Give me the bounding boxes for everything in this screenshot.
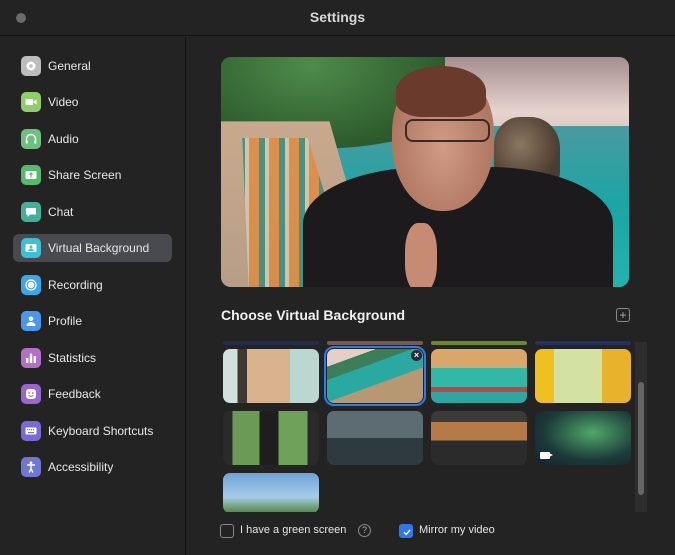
sidebar-item-label: Recording xyxy=(48,278,103,292)
mirror-video-checkbox[interactable] xyxy=(399,524,413,538)
record-icon xyxy=(21,275,41,295)
sidebar: General Video Audio Share Screen Chat Vi… xyxy=(0,37,186,555)
checkmark-icon xyxy=(403,529,411,536)
bar-chart-icon xyxy=(21,348,41,368)
gear-icon xyxy=(21,56,41,76)
window-title: Settings xyxy=(309,9,366,25)
background-thumbnail-partial[interactable] xyxy=(223,341,319,345)
background-thumbnail-partial[interactable] xyxy=(535,341,631,345)
sidebar-item-audio[interactable]: Audio xyxy=(13,125,172,153)
sidebar-item-profile[interactable]: Profile xyxy=(13,307,172,335)
sidebar-item-keyboard-shortcuts[interactable]: Keyboard Shortcuts xyxy=(13,417,172,445)
video-camera-icon xyxy=(21,92,41,112)
scrollbar-thumb[interactable] xyxy=(638,382,644,495)
section-title: Choose Virtual Background xyxy=(221,307,406,323)
plus-icon: + xyxy=(619,308,627,322)
video-camera-icon xyxy=(540,452,553,459)
sidebar-item-label: Video xyxy=(48,95,79,109)
sidebar-item-label: Chat xyxy=(48,205,74,219)
sidebar-item-label: Virtual Background xyxy=(48,241,150,255)
background-thumbnail-bar[interactable] xyxy=(431,411,527,465)
background-thumbnail-elvis[interactable] xyxy=(223,349,319,403)
chat-bubble-icon xyxy=(21,202,41,222)
sidebar-item-label: Audio xyxy=(48,132,79,146)
sidebar-item-label: Profile xyxy=(48,314,83,328)
background-thumbnail-northern-lights[interactable] xyxy=(535,411,631,465)
remove-background-icon[interactable]: × xyxy=(411,350,422,361)
video-preview xyxy=(221,57,629,287)
sidebar-item-label: Statistics xyxy=(48,351,97,365)
keyboard-icon xyxy=(21,421,41,441)
help-icon[interactable]: ? xyxy=(358,524,371,537)
sidebar-item-general[interactable]: General xyxy=(13,52,172,80)
virtual-background-panel: Choose Virtual Background + × I have a g… xyxy=(187,37,675,555)
accessibility-icon xyxy=(21,457,41,477)
share-screen-icon xyxy=(21,165,41,185)
virtual-background-icon xyxy=(21,238,41,258)
sidebar-item-label: Accessibility xyxy=(48,460,114,474)
background-thumbnail-harbor[interactable] xyxy=(431,349,527,403)
sidebar-item-feedback[interactable]: Feedback xyxy=(13,380,172,408)
green-screen-label[interactable]: I have a green screen xyxy=(240,524,346,536)
sidebar-item-accessibility[interactable]: Accessibility xyxy=(13,453,172,481)
sidebar-item-recording[interactable]: Recording xyxy=(13,271,172,299)
sidebar-item-video[interactable]: Video xyxy=(13,88,172,116)
background-grid: × xyxy=(221,341,633,512)
background-thumbnail-windows[interactable] xyxy=(223,411,319,465)
background-thumbnail-palm-beach[interactable] xyxy=(223,473,319,512)
headphones-icon xyxy=(21,129,41,149)
smiley-icon xyxy=(21,384,41,404)
green-screen-checkbox[interactable] xyxy=(220,524,234,538)
person-icon xyxy=(21,311,41,331)
options-row: I have a green screen ? Mirror my video xyxy=(220,524,640,540)
background-thumbnail-partial[interactable] xyxy=(431,341,527,345)
sidebar-item-share-screen[interactable]: Share Screen xyxy=(13,161,172,189)
sidebar-item-label: Feedback xyxy=(48,387,101,401)
sidebar-item-label: General xyxy=(48,59,91,73)
background-thumbnail-beach[interactable]: × xyxy=(324,346,426,406)
sidebar-item-label: Share Screen xyxy=(48,168,122,182)
sidebar-item-statistics[interactable]: Statistics xyxy=(13,344,172,372)
add-background-button[interactable]: + xyxy=(616,308,630,322)
sidebar-item-virtual-background[interactable]: Virtual Background xyxy=(13,234,172,262)
sidebar-item-chat[interactable]: Chat xyxy=(13,198,172,226)
background-thumbnail-partial[interactable] xyxy=(327,341,423,345)
background-thumbnail-man-waving[interactable] xyxy=(327,411,423,465)
scrollbar[interactable] xyxy=(635,342,647,512)
background-thumbnail-fire-room[interactable] xyxy=(535,349,631,403)
sidebar-item-label: Keyboard Shortcuts xyxy=(48,424,154,438)
mirror-video-label[interactable]: Mirror my video xyxy=(419,524,495,536)
title-bar: Settings xyxy=(0,0,675,36)
